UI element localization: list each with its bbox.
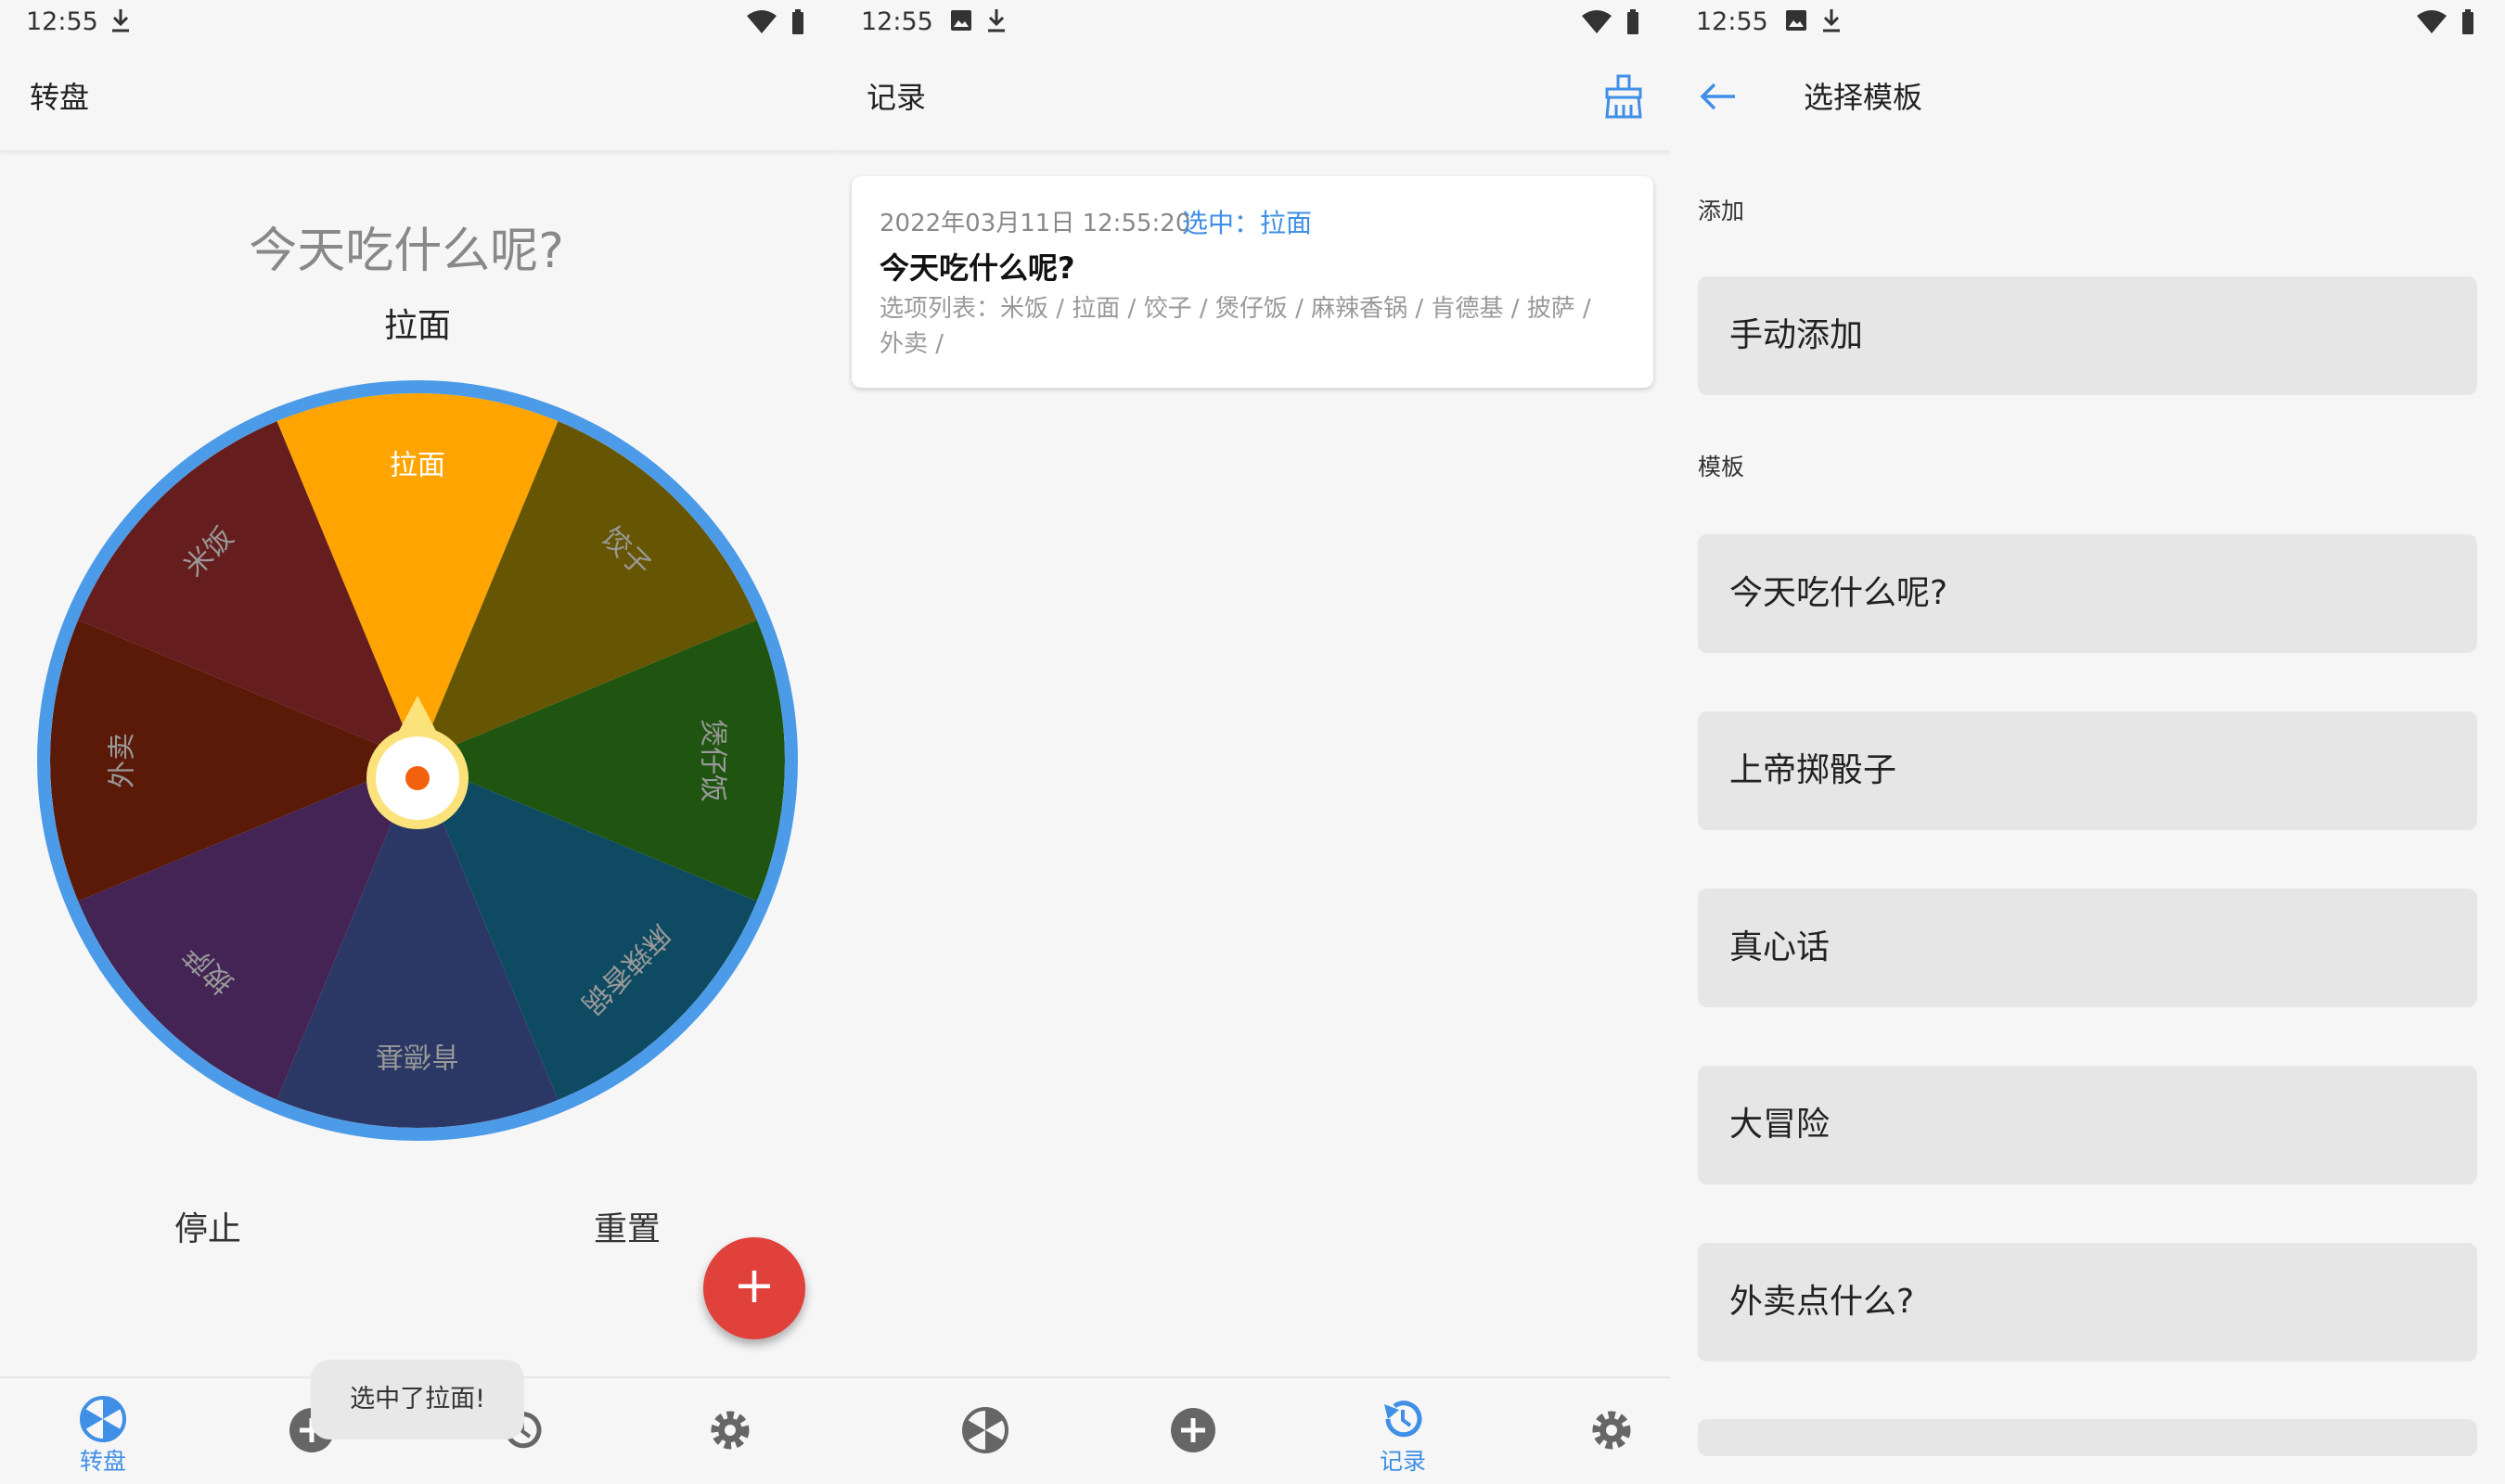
wifi-icon bbox=[747, 10, 777, 33]
section-template-label: 模板 bbox=[1698, 454, 1745, 480]
status-bar: 12:55 bbox=[1670, 0, 2505, 46]
template-item[interactable]: 真心话 bbox=[1698, 889, 2477, 1007]
wifi-icon bbox=[1582, 10, 1612, 33]
history-icon bbox=[1384, 1401, 1422, 1438]
image-icon bbox=[1786, 10, 1806, 31]
image-icon bbox=[951, 10, 971, 31]
status-time: 12:55 bbox=[1696, 7, 1768, 36]
clear-broom-icon[interactable] bbox=[1603, 74, 1644, 119]
app-bar: 记录 bbox=[835, 46, 1670, 150]
wifi-icon bbox=[2417, 10, 2447, 33]
wheel-segment-label: 外卖 bbox=[107, 733, 139, 788]
status-time: 12:55 bbox=[861, 7, 933, 36]
template-item[interactable]: 今天吃什么呢? bbox=[1698, 534, 2477, 653]
download-icon bbox=[112, 9, 129, 32]
nav-item-wheel[interactable] bbox=[939, 1406, 1032, 1458]
page-title: 转盘 bbox=[30, 80, 90, 115]
record-options: 选项列表：米饭 / 拉面 / 饺子 / 煲仔饭 / 麻辣香锅 / 肯德基 / 披… bbox=[880, 295, 1591, 358]
wheel-segment-label: 拉面 bbox=[390, 450, 445, 482]
battery-icon bbox=[792, 9, 803, 34]
template-item[interactable]: 大冒险 bbox=[1698, 1066, 2477, 1184]
page-title: 记录 bbox=[867, 80, 927, 115]
add-circle-icon bbox=[1171, 1408, 1215, 1452]
nav-item-settings[interactable] bbox=[684, 1406, 777, 1458]
status-bar: 12:55 bbox=[0, 0, 835, 46]
app-bar: 转盘 bbox=[0, 46, 835, 150]
nav-label-record: 记录 bbox=[1379, 1448, 1426, 1475]
nav-item-settings[interactable] bbox=[1565, 1406, 1658, 1458]
app-bar: 选择模板 bbox=[1670, 46, 2505, 150]
wheel-icon bbox=[80, 1396, 126, 1442]
gear-icon bbox=[1592, 1411, 1631, 1450]
template-item[interactable]: 外卖点什么? bbox=[1698, 1243, 2477, 1362]
back-arrow-icon[interactable] bbox=[1700, 82, 1737, 111]
manual-add-button[interactable]: 手动添加 bbox=[1698, 276, 2477, 395]
wheel-screen: 12:55 转盘 今天吃什么呢? 拉面 拉面 饺子 煲仔饭 麻辣香锅 肯德基 披萨 外卖 米饭… bbox=[0, 0, 835, 1484]
gear-icon bbox=[711, 1411, 750, 1450]
page-title: 选择模板 bbox=[1804, 80, 1923, 115]
battery-icon bbox=[2462, 9, 2473, 34]
bottom-nav: 记录 bbox=[835, 1376, 1670, 1484]
spin-wheel[interactable]: 拉面饺子煲仔饭麻辣香锅肯德基披萨外卖米饭 bbox=[0, 352, 835, 1187]
question-title: 今天吃什么呢? bbox=[249, 224, 564, 279]
nav-label-wheel: 转盘 bbox=[79, 1448, 126, 1475]
nav-item-wheel[interactable]: 转盘 bbox=[57, 1395, 149, 1477]
add-fab-button[interactable]: + bbox=[703, 1237, 805, 1339]
record-screen: 12:55 记录 2022年03月11日 12:55:20 选中：拉面 今天吃什… bbox=[835, 0, 1670, 1484]
template-screen: 12:55 选择模板 添加 手动添加 模板 今天吃什么呢? 上帝掷骰子 真心话 … bbox=[1670, 0, 2505, 1484]
reset-button[interactable]: 重置 bbox=[594, 1202, 661, 1250]
status-bar: 12:55 bbox=[835, 0, 1670, 46]
nav-item-history[interactable]: 记录 bbox=[1356, 1395, 1449, 1477]
template-item-partial[interactable] bbox=[1698, 1419, 2477, 1456]
toast-message: 选中了拉面! bbox=[311, 1360, 524, 1439]
record-card[interactable]: 2022年03月11日 12:55:20 选中：拉面 今天吃什么呢? 选项列表：… bbox=[852, 176, 1653, 388]
download-icon bbox=[1823, 9, 1840, 32]
battery-icon bbox=[1627, 9, 1638, 34]
record-title: 今天吃什么呢? bbox=[880, 250, 1075, 286]
download-icon bbox=[988, 9, 1005, 32]
wheel-icon bbox=[962, 1407, 1008, 1453]
result-label: 拉面 bbox=[383, 307, 451, 345]
wheel-segment-label: 煲仔饭 bbox=[696, 719, 728, 802]
record-selected: 选中：拉面 bbox=[1182, 208, 1313, 238]
stop-button[interactable]: 停止 bbox=[174, 1202, 241, 1250]
record-time: 2022年03月11日 12:55:20 bbox=[880, 210, 1191, 237]
template-item[interactable]: 上帝掷骰子 bbox=[1698, 711, 2477, 830]
status-time: 12:55 bbox=[26, 7, 98, 36]
section-add-label: 添加 bbox=[1698, 198, 1745, 224]
nav-item-add[interactable] bbox=[1147, 1406, 1240, 1458]
wheel-segment-label: 肯德基 bbox=[376, 1039, 459, 1071]
